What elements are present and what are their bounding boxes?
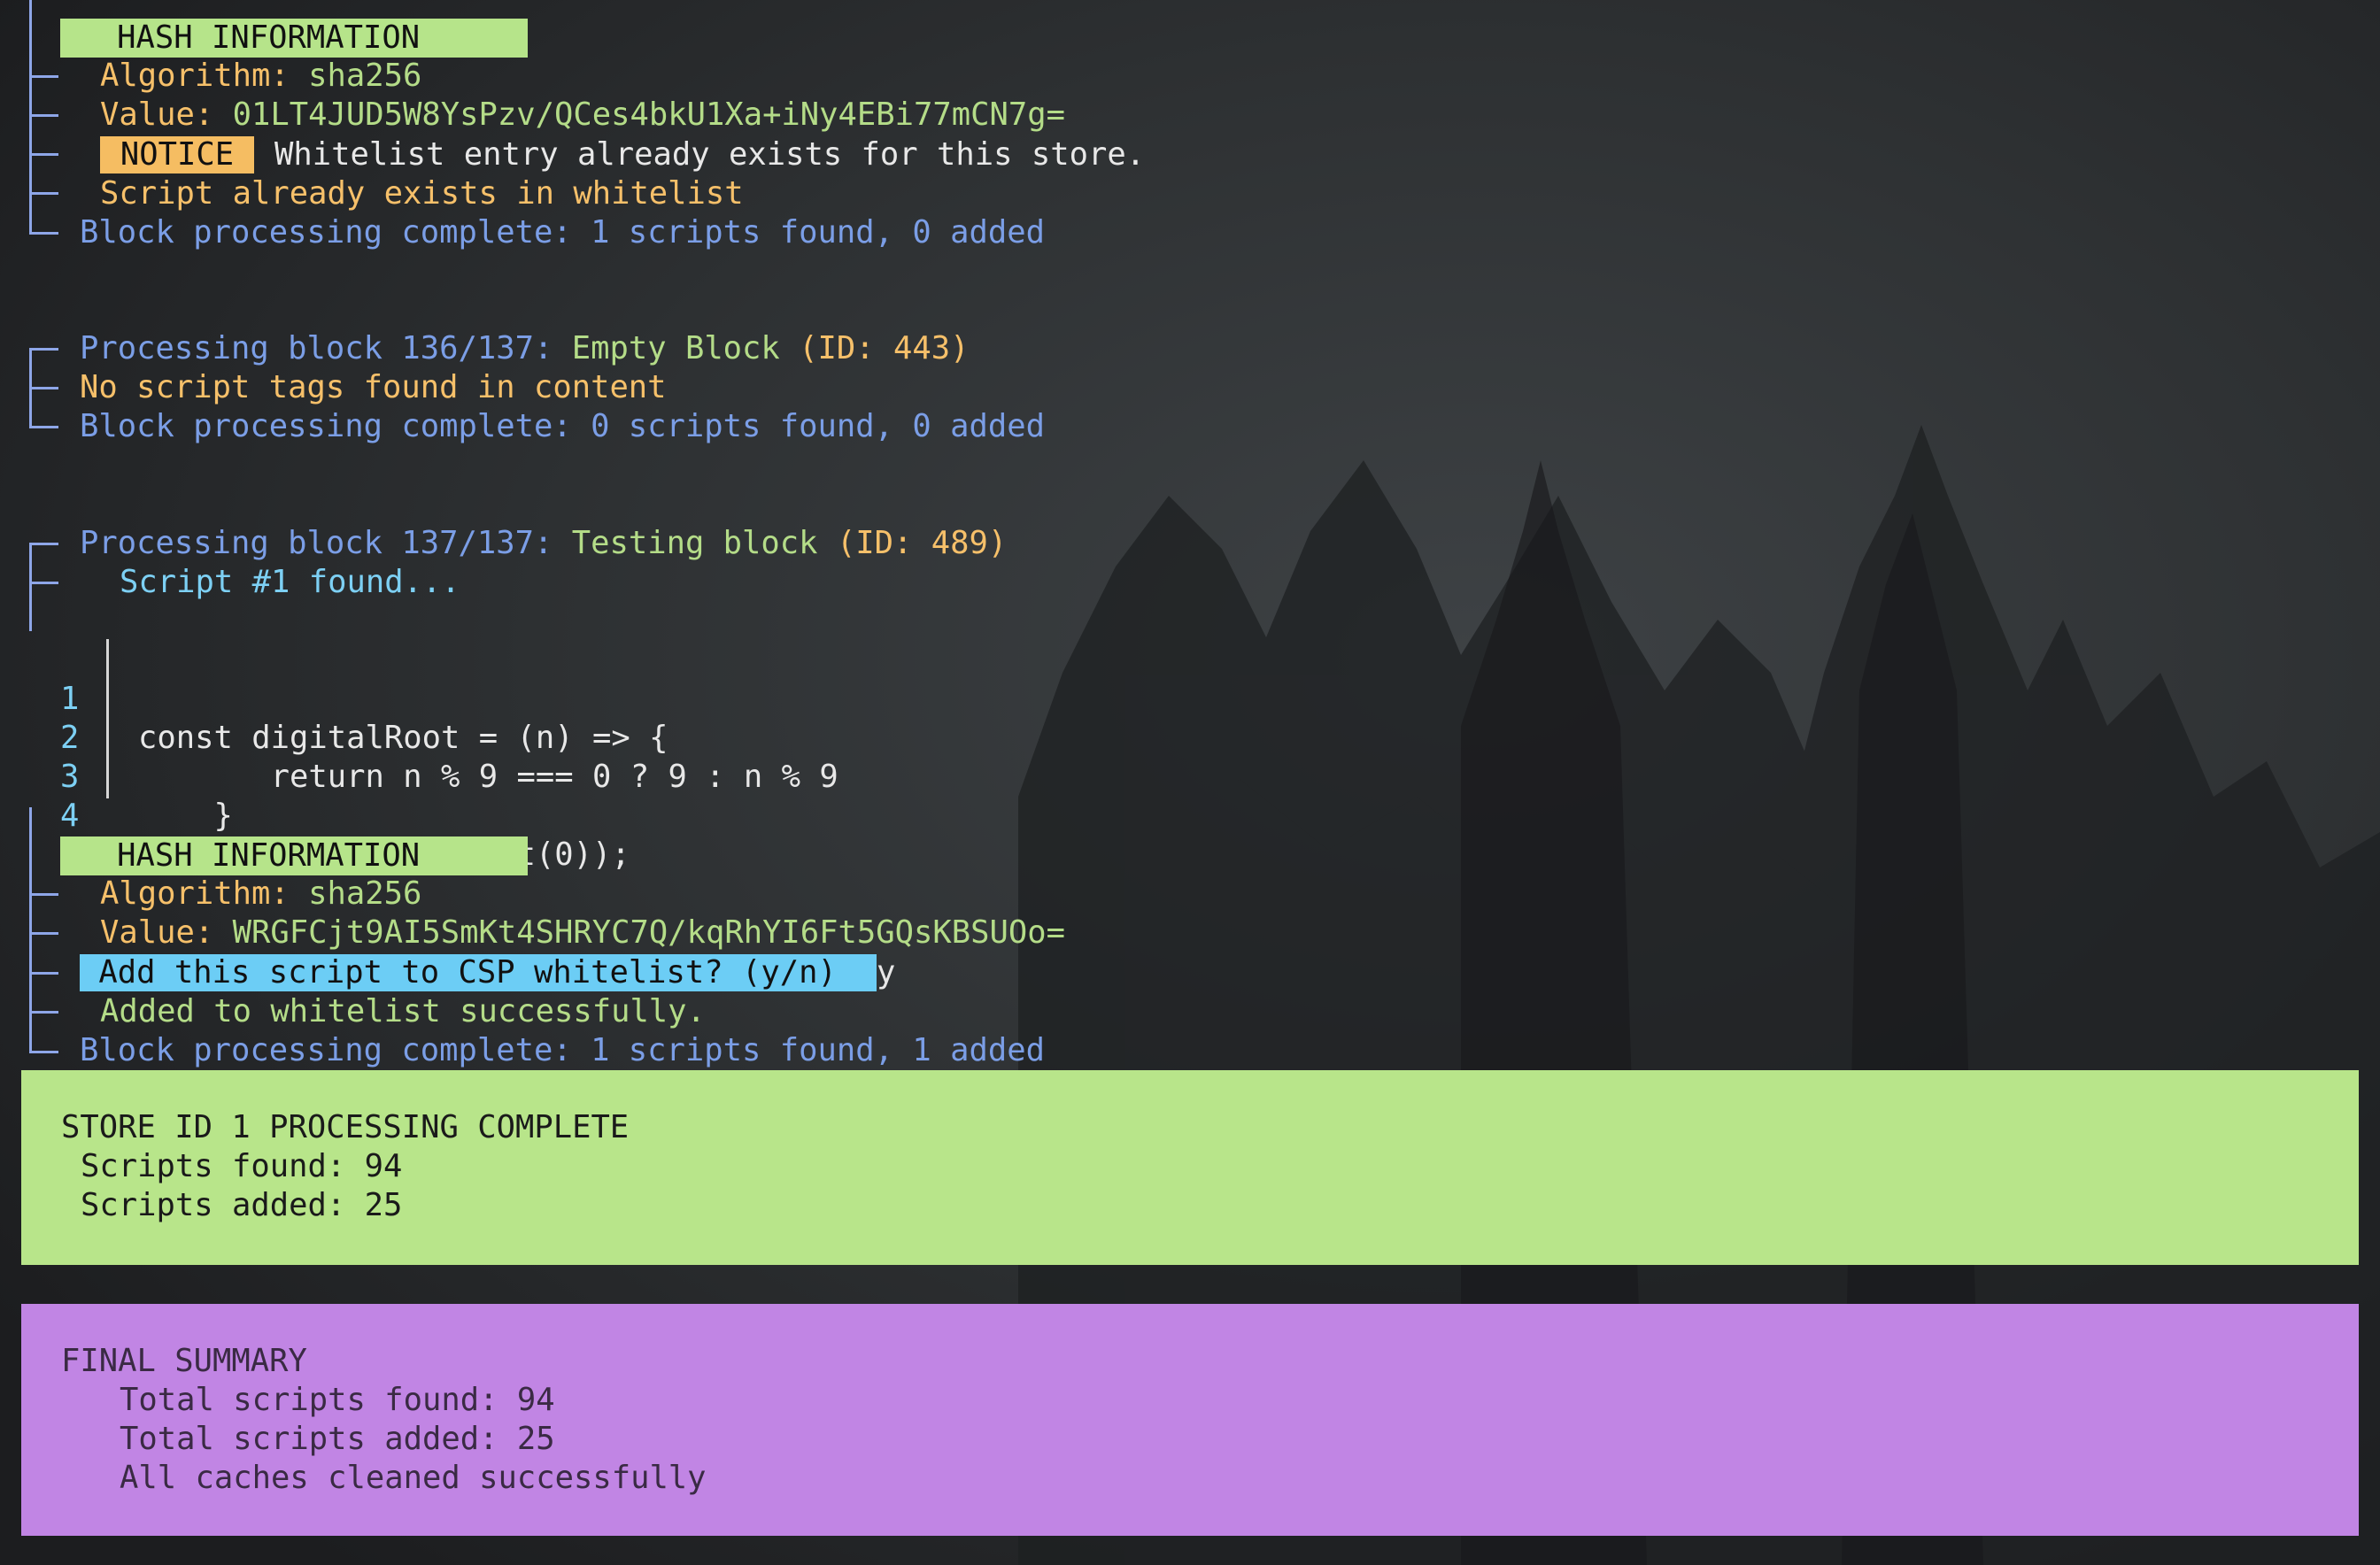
code-line: 1 const digitalRoot = (n) => { xyxy=(0,641,668,756)
hash-value-line: Value: 01LT4JUD5W8YsPzv/QCes4bkU1Xa+iNy4… xyxy=(100,96,1065,135)
hash-information-header: HASH INFORMATION xyxy=(60,19,528,58)
whitelist-prompt: Add this script to CSP whitelist? (y/n) xyxy=(80,954,877,991)
block-id: (ID: 443) xyxy=(799,330,970,366)
prompt-text: Add this script to CSP whitelist? (y/n) xyxy=(98,954,856,991)
tree-branch xyxy=(29,543,58,545)
algorithm-label: Algorithm: xyxy=(100,58,309,94)
tree-branch xyxy=(29,426,58,428)
line-number: 4 xyxy=(60,798,80,834)
code-gutter-divider xyxy=(106,639,109,798)
store-scripts-found: Scripts found: 94 xyxy=(81,1148,403,1184)
hash-value: 01LT4JUD5W8YsPzv/QCes4bkU1Xa+iNy4EBi77mC… xyxy=(232,96,1066,133)
script-found-message: Script #1 found... xyxy=(120,564,460,600)
hash-information-header: HASH INFORMATION xyxy=(60,836,528,875)
tree-branch xyxy=(29,932,58,935)
hash-value-label: Value: xyxy=(100,914,233,951)
tree-branch xyxy=(29,192,58,195)
hash-header-text: HASH INFORMATION xyxy=(117,19,421,56)
tree-branch xyxy=(29,387,58,389)
tree-branch xyxy=(29,232,58,235)
line-number: 2 xyxy=(60,720,80,756)
tree-branch xyxy=(29,348,58,351)
tree-branch xyxy=(29,75,58,78)
block-complete-message: Block processing complete: 1 scripts fou… xyxy=(80,1032,1046,1068)
notice-badge: NOTICE xyxy=(100,136,254,173)
store-complete-title: STORE ID 1 PROCESSING COMPLETE xyxy=(61,1109,630,1145)
code-line: 4 alert(digitalRoot(0)); xyxy=(0,758,630,873)
code-text: } xyxy=(138,798,233,834)
final-summary-panel: FINAL SUMMARY Total scripts found: 94 To… xyxy=(21,1304,2359,1536)
final-summary-title: FINAL SUMMARY xyxy=(61,1343,307,1379)
line-number: 3 xyxy=(60,759,80,795)
code-text: return n % 9 === 0 ? 9 : n % 9 xyxy=(138,759,838,795)
hash-value-label: Value: xyxy=(100,96,233,133)
tree-branch xyxy=(29,114,58,117)
tree-vertical-line-1 xyxy=(29,0,32,235)
code-line: 2 return n % 9 === 0 ? 9 : n % 9 xyxy=(0,680,838,795)
hash-value: WRGFCjt9AI5SmKt4SHRYC7Q/kqRhYI6Ft5GQsKBS… xyxy=(232,914,1066,951)
store-scripts-added: Scripts added: 25 xyxy=(81,1187,403,1223)
tree-branch xyxy=(29,1051,58,1053)
notice-text: Whitelist entry already exists for this … xyxy=(274,136,1146,173)
code-line: 3 } xyxy=(0,719,233,834)
tree-branch xyxy=(29,153,58,156)
processing-block-line: Processing block 136/137: Empty Block (I… xyxy=(80,329,970,368)
block-name: Testing block xyxy=(571,525,837,561)
hash-value-line: Value: WRGFCjt9AI5SmKt4SHRYC7Q/kqRhYI6Ft… xyxy=(100,914,1065,952)
no-scripts-message: No script tags found in content xyxy=(80,369,667,405)
total-scripts-added: Total scripts added: 25 xyxy=(120,1421,555,1457)
total-scripts-found: Total scripts found: 94 xyxy=(120,1382,555,1418)
processing-block-line: Processing block 137/137: Testing block … xyxy=(80,524,1007,563)
block-id: (ID: 489) xyxy=(836,525,1008,561)
algorithm-label: Algorithm: xyxy=(100,875,309,912)
store-complete-panel: STORE ID 1 PROCESSING COMPLETE Scripts f… xyxy=(21,1070,2359,1265)
block-complete-message: Block processing complete: 0 scripts fou… xyxy=(80,408,1046,444)
hash-header-text: HASH INFORMATION xyxy=(117,837,421,874)
prompt-answer-input[interactable]: y xyxy=(877,953,895,992)
algorithm-value: sha256 xyxy=(308,875,422,912)
tree-branch xyxy=(29,582,58,584)
processing-prefix: Processing block 137/137: xyxy=(80,525,572,561)
added-success-message: Added to whitelist successfully. xyxy=(100,993,706,1029)
already-exists-message: Script already exists in whitelist xyxy=(100,175,744,212)
block-name: Empty Block xyxy=(571,330,800,366)
line-number: 1 xyxy=(60,681,80,717)
caches-cleaned-message: All caches cleaned successfully xyxy=(120,1460,707,1496)
processing-prefix: Processing block 136/137: xyxy=(80,330,572,366)
tree-branch xyxy=(29,972,58,975)
algorithm-line: Algorithm: sha256 xyxy=(100,57,421,96)
tree-branch xyxy=(29,1011,58,1014)
block-complete-message: Block processing complete: 1 scripts fou… xyxy=(80,214,1046,251)
algorithm-value: sha256 xyxy=(308,58,422,94)
tree-branch xyxy=(29,893,58,896)
code-text: const digitalRoot = (n) => { xyxy=(138,720,668,756)
algorithm-line: Algorithm: sha256 xyxy=(100,875,421,914)
tree-vertical-line-3 xyxy=(29,543,32,631)
